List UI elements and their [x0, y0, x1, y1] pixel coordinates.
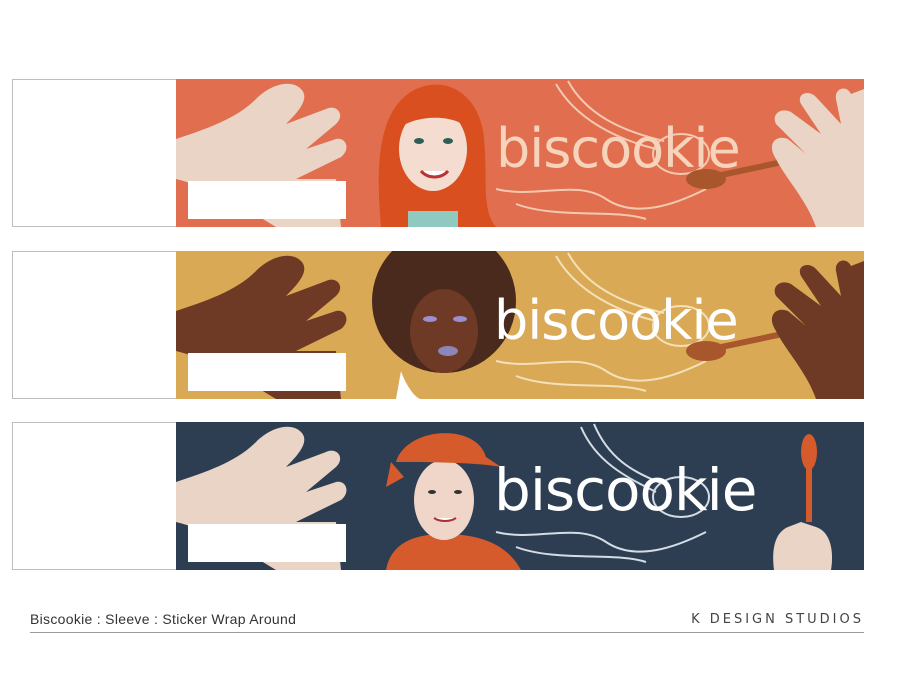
sticker-label-area — [188, 353, 346, 391]
sleeve-2: biscookie — [12, 251, 864, 401]
sleeve-blank-panel — [12, 422, 178, 570]
studio-logo: K DESIGN STUDIOS — [691, 612, 864, 627]
wooden-spoon-icon — [801, 434, 817, 522]
sleeve-blank-panel — [12, 79, 178, 227]
brand-logo: biscookie — [494, 456, 757, 524]
character-woman-icon — [378, 84, 496, 227]
brand-logo: biscookie — [496, 117, 741, 180]
sleeve-artwork: biscookie — [176, 79, 864, 227]
right-hand-icon — [773, 522, 833, 570]
footer-caption: Biscookie : Sleeve : Sticker Wrap Around — [30, 611, 297, 627]
right-hand-icon — [771, 260, 864, 399]
sleeve-3: biscookie — [12, 422, 864, 572]
sticker-label-area — [188, 524, 346, 562]
sleeve-1: biscookie — [12, 79, 864, 229]
right-hand-icon — [771, 88, 864, 227]
sleeve-artwork: biscookie — [176, 251, 864, 399]
brand-logo: biscookie — [494, 289, 739, 352]
sticker-label-area — [188, 181, 346, 219]
sleeve-blank-panel — [12, 251, 178, 399]
footer-divider — [30, 632, 864, 633]
sleeve-artwork: biscookie — [176, 422, 864, 570]
